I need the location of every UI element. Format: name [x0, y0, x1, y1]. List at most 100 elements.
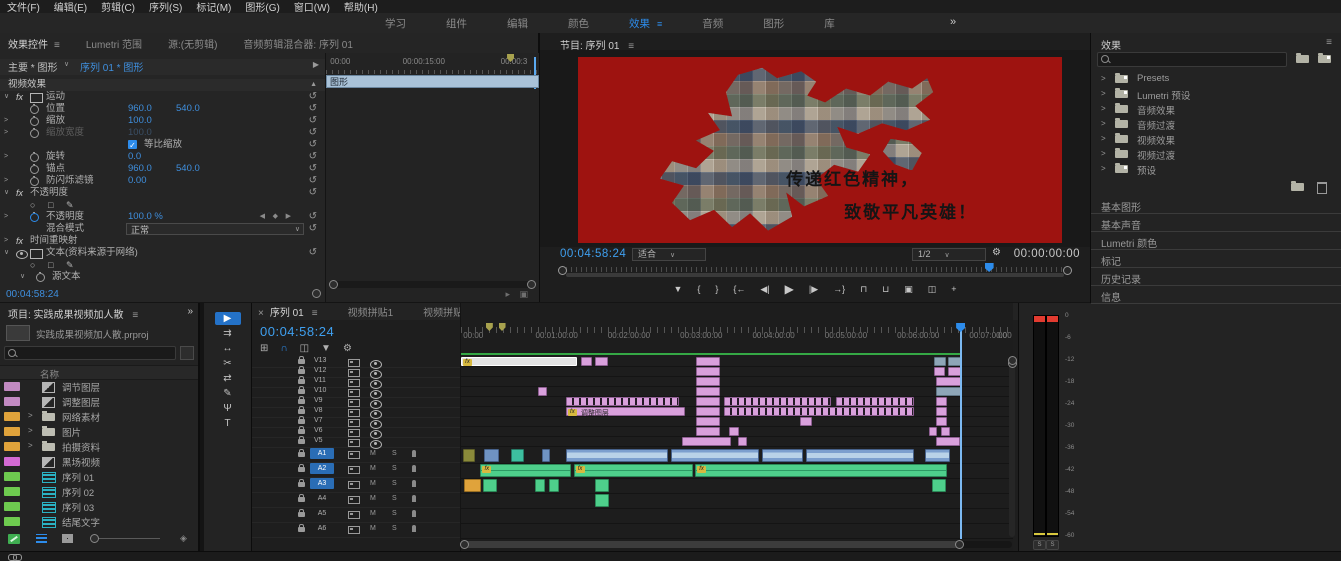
effects-bin-视频效果[interactable]: >视频效果	[1091, 132, 1341, 147]
audio-clip[interactable]	[806, 449, 914, 462]
sync-lock-icon[interactable]	[348, 511, 360, 519]
label-chip[interactable]	[4, 442, 20, 451]
blend-mode-select[interactable]: 正常∨	[126, 223, 304, 235]
sync-lock-icon[interactable]	[348, 369, 360, 377]
project-item-序列 02[interactable]: 序列 02	[0, 484, 198, 499]
mute-button[interactable]: M	[370, 450, 376, 457]
effect-controls-mini-timeline[interactable]: 00:0000:00:15:0000:00:3 图形	[325, 53, 539, 302]
audio-clip[interactable]	[464, 479, 481, 492]
program-video-area[interactable]: 传递红色精神， 致敬平凡英雄！	[540, 50, 1090, 247]
video-clip[interactable]	[682, 437, 732, 446]
video-clip[interactable]	[948, 367, 960, 376]
project-search-input[interactable]	[4, 346, 176, 360]
effects-bin-预设[interactable]: >预设	[1091, 162, 1341, 177]
panel-menu-icon[interactable]: ≡	[657, 19, 662, 29]
video-clip[interactable]	[936, 437, 960, 446]
audio-clip[interactable]	[595, 494, 609, 507]
scrollbar-knob[interactable]	[1008, 356, 1017, 365]
panel-tab-Lumetri 范围[interactable]: Lumetri 范围	[86, 36, 142, 54]
reset-param-icon[interactable]: ↺	[309, 139, 317, 151]
export-frame-button[interactable]: ▣	[904, 284, 913, 295]
workspace-tab-音频[interactable]: 音频	[702, 16, 723, 31]
type-tool[interactable]: T	[215, 417, 241, 430]
sync-lock-icon[interactable]	[348, 399, 360, 407]
voiceover-icon[interactable]	[412, 510, 416, 517]
menu-item-图形(G)[interactable]: 图形(G)	[238, 0, 286, 14]
video-clip[interactable]	[696, 377, 720, 386]
effect-row-等比缩放[interactable]: ✓等比缩放↺	[0, 139, 325, 151]
checkbox[interactable]: ✓	[128, 140, 137, 149]
param-value[interactable]: 100.0	[128, 127, 152, 139]
mini-timeline-clip[interactable]: 图形	[326, 75, 539, 88]
audio-clip[interactable]	[463, 449, 475, 462]
solo-left-button[interactable]: S	[1033, 540, 1046, 550]
twirl-icon[interactable]: >	[4, 151, 8, 163]
scrubber-track[interactable]	[566, 273, 1064, 277]
twirl-icon[interactable]: >	[4, 175, 8, 187]
voiceover-icon[interactable]	[412, 450, 416, 457]
audio-clip[interactable]: fx	[574, 464, 693, 477]
mini-export-icon[interactable]: ▣	[519, 289, 528, 300]
lock-icon[interactable]	[298, 482, 305, 487]
solo-button[interactable]: S	[392, 525, 397, 532]
lock-icon[interactable]	[298, 497, 305, 502]
scrubber-end-knob[interactable]	[1063, 266, 1072, 275]
stopwatch-icon[interactable]	[30, 165, 39, 174]
twirl-icon[interactable]: >	[4, 235, 8, 247]
video-clip[interactable]	[936, 407, 947, 416]
reset-param-icon[interactable]: ↺	[309, 163, 317, 175]
effect-row-运动[interactable]: ∨fx运动↺	[0, 91, 325, 103]
mark-in-button[interactable]: {	[697, 284, 700, 294]
video-clip[interactable]: fx调整图层	[566, 407, 685, 416]
audio-meters-panel[interactable]: 0-6-12-18-24-30-36-42-48-54-60 S S	[1018, 303, 1091, 551]
audio-clip[interactable]	[549, 479, 559, 492]
audio-track-head-A1[interactable]: A1MS	[252, 447, 460, 463]
lock-icon[interactable]	[298, 527, 305, 532]
effects-search-input[interactable]	[1097, 52, 1287, 67]
video-clip[interactable]	[566, 397, 679, 406]
sync-lock-icon[interactable]	[348, 451, 360, 459]
zoom-slider-knob[interactable]	[90, 534, 99, 543]
audio-clip[interactable]	[566, 449, 668, 462]
audio-clip[interactable]	[535, 479, 545, 492]
audio-clip[interactable]	[542, 449, 551, 462]
panel-bar-基本图形[interactable]: 基本图形	[1091, 196, 1341, 214]
reset-param-icon[interactable]: ↺	[309, 187, 317, 199]
twirl-icon[interactable]: >	[1101, 89, 1106, 98]
mute-button[interactable]: M	[370, 465, 376, 472]
audio-clip[interactable]	[671, 449, 759, 462]
collapse-icon[interactable]: ▲	[310, 79, 317, 91]
sync-lock-icon[interactable]	[348, 496, 360, 504]
sync-lock-icon[interactable]	[348, 409, 360, 417]
effect-row-源文本[interactable]: ∨源文本	[0, 271, 325, 283]
lock-icon[interactable]	[298, 467, 305, 472]
scrollbar-knob[interactable]	[460, 540, 469, 549]
button-editor-button[interactable]: +	[951, 284, 956, 294]
panel-menu-icon[interactable]: ≡	[54, 40, 60, 51]
panel-menu-icon[interactable]: ≡	[1326, 37, 1332, 48]
video-clip[interactable]	[696, 357, 720, 366]
mute-button[interactable]: M	[370, 480, 376, 487]
track-name[interactable]: A4	[310, 493, 334, 504]
program-timecode[interactable]: 00:04:58:24	[560, 248, 626, 260]
rect-mask-icon[interactable]: □	[48, 199, 53, 211]
track-name[interactable]: A5	[310, 508, 334, 519]
project-item-网络素材[interactable]: >网络素材	[0, 409, 198, 424]
project-item-黑场视频[interactable]: 黑场视频	[0, 454, 198, 469]
voiceover-icon[interactable]	[412, 480, 416, 487]
voiceover-icon[interactable]	[412, 495, 416, 502]
lock-icon[interactable]	[298, 512, 305, 517]
video-clip[interactable]	[696, 397, 720, 406]
ripple-edit-tool[interactable]: ↔	[215, 342, 241, 355]
menu-item-窗口(W)[interactable]: 窗口(W)	[287, 0, 337, 14]
voiceover-icon[interactable]	[412, 465, 416, 472]
video-clip[interactable]	[836, 397, 913, 406]
stopwatch-icon[interactable]	[36, 273, 45, 282]
menu-item-序列(S)[interactable]: 序列(S)	[142, 0, 189, 14]
mini-play-icon[interactable]: ▸	[505, 289, 510, 300]
timeline-clip-area[interactable]: 00:0000:01:00:0000:02:00:0000:03:00:0000…	[460, 303, 1013, 551]
selection-tool[interactable]: ▶	[215, 312, 241, 325]
lock-icon[interactable]	[298, 419, 305, 424]
stopwatch-icon[interactable]	[30, 213, 39, 222]
sequence-clip-label[interactable]: 序列 01 * 图形	[80, 59, 143, 74]
